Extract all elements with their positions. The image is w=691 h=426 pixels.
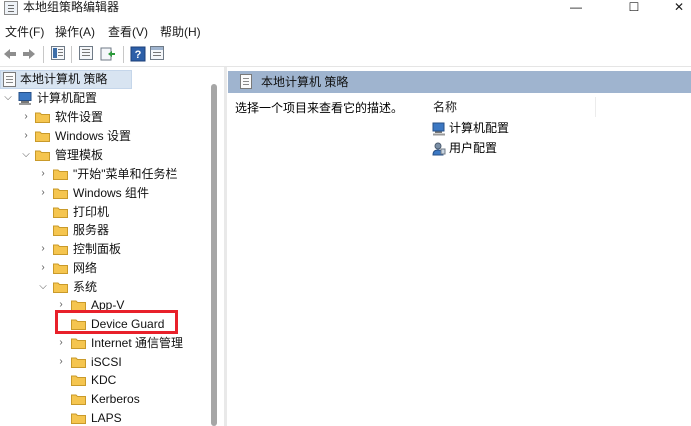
chevron-down-icon[interactable]: ⌵ <box>3 92 13 104</box>
tree-label: Internet 通信管理 <box>91 336 184 350</box>
menu-action[interactable]: 操作(A) <box>55 24 95 40</box>
folder-icon <box>71 393 86 405</box>
properties-icon[interactable] <box>79 46 93 60</box>
chevron-down-icon[interactable]: ⌵ <box>21 149 31 161</box>
computer-icon <box>18 92 33 105</box>
export-list-icon[interactable] <box>100 46 116 62</box>
tree-label: LAPS <box>91 411 122 425</box>
svg-text:?: ? <box>135 49 142 61</box>
pane-splitter[interactable] <box>224 67 227 426</box>
user-icon <box>432 142 446 156</box>
tree-label: 计算机配置 <box>37 91 98 105</box>
tree-label: Windows 组件 <box>73 186 150 200</box>
policy-doc-icon <box>240 74 252 89</box>
tree-label: 打印机 <box>73 205 110 219</box>
gpedit-app-icon <box>4 1 18 15</box>
tree-scrollbar-thumb[interactable] <box>211 84 217 426</box>
computer-icon <box>432 122 446 136</box>
folder-icon <box>35 130 50 142</box>
help-icon[interactable]: ? <box>130 46 146 62</box>
console-tree: 本地计算机 策略 ⌵ 计算机配置 › 软件设置 › Windows 设置 ⌵ 管… <box>0 67 208 426</box>
toolbar-separator <box>71 46 72 63</box>
tree-label: KDC <box>91 373 117 387</box>
column-header-name[interactable]: 名称 <box>433 100 457 114</box>
folder-icon <box>53 224 68 236</box>
tree-label: iSCSI <box>91 355 122 369</box>
window-title: 本地组策略编辑器 <box>23 0 120 14</box>
forward-icon[interactable] <box>21 46 37 62</box>
folder-icon <box>35 149 50 161</box>
tree-label: 控制面板 <box>73 242 122 256</box>
menu-file[interactable]: 文件(F) <box>5 24 44 40</box>
menu-view[interactable]: 查看(V) <box>108 24 148 40</box>
policy-doc-icon <box>3 72 18 87</box>
folder-icon <box>53 168 68 180</box>
folder-icon <box>53 187 68 199</box>
description-text: 选择一个项目来查看它的描述。 <box>235 101 404 115</box>
tree-label: 系统 <box>73 280 98 294</box>
tree-label: 本地计算机 策略 <box>20 72 108 86</box>
folder-icon <box>35 111 50 123</box>
list-item-label: 计算机配置 <box>449 121 510 135</box>
list-item-label: 用户配置 <box>449 141 498 155</box>
details-header-title: 本地计算机 策略 <box>261 75 349 89</box>
folder-icon <box>71 412 86 424</box>
folder-icon <box>53 262 68 274</box>
column-divider[interactable] <box>595 97 596 117</box>
chevron-right-icon[interactable]: › <box>38 262 48 274</box>
annotation-highlight-box <box>55 310 178 334</box>
details-pane: 本地计算机 策略 选择一个项目来查看它的描述。 名称 计算机配置 用户配置 <box>228 67 691 426</box>
folder-icon <box>53 206 68 218</box>
chevron-right-icon[interactable]: › <box>56 356 66 368</box>
folder-icon <box>53 281 68 293</box>
toolbar-separator <box>43 46 44 63</box>
tree-label: Windows 设置 <box>55 129 132 143</box>
console-view-icon[interactable] <box>150 46 164 60</box>
tree-label: "开始"菜单和任务栏 <box>73 167 178 181</box>
chevron-right-icon[interactable]: › <box>38 187 48 199</box>
show-hide-tree-icon[interactable] <box>51 46 65 60</box>
chevron-down-icon[interactable]: ⌵ <box>38 281 48 293</box>
menu-help[interactable]: 帮助(H) <box>160 24 201 40</box>
title-bar: 本地组策略编辑器 — ☐ ✕ <box>0 0 691 20</box>
back-icon[interactable] <box>2 46 18 62</box>
toolbar-separator <box>123 46 124 63</box>
tree-label: 网络 <box>73 261 98 275</box>
tree-label: Kerberos <box>91 392 140 406</box>
tree-label: 服务器 <box>73 223 110 237</box>
minimize-button[interactable]: — <box>553 0 599 14</box>
tree-label: 软件设置 <box>55 110 104 124</box>
toolbar: ? <box>0 42 691 67</box>
folder-icon <box>71 337 86 349</box>
details-header: 本地计算机 策略 <box>228 71 691 93</box>
folder-icon <box>53 243 68 255</box>
close-button[interactable]: ✕ <box>667 0 691 14</box>
chevron-right-icon[interactable]: › <box>38 243 48 255</box>
menu-bar: 文件(F) 操作(A) 查看(V) 帮助(H) <box>0 20 691 42</box>
chevron-right-icon[interactable]: › <box>21 111 31 123</box>
folder-icon <box>71 356 86 368</box>
folder-icon <box>71 374 86 386</box>
chevron-right-icon[interactable]: › <box>56 337 66 349</box>
chevron-right-icon[interactable]: › <box>21 130 31 142</box>
maximize-button[interactable]: ☐ <box>611 0 657 14</box>
chevron-right-icon[interactable]: › <box>38 168 48 180</box>
tree-label: 管理模板 <box>55 148 104 162</box>
